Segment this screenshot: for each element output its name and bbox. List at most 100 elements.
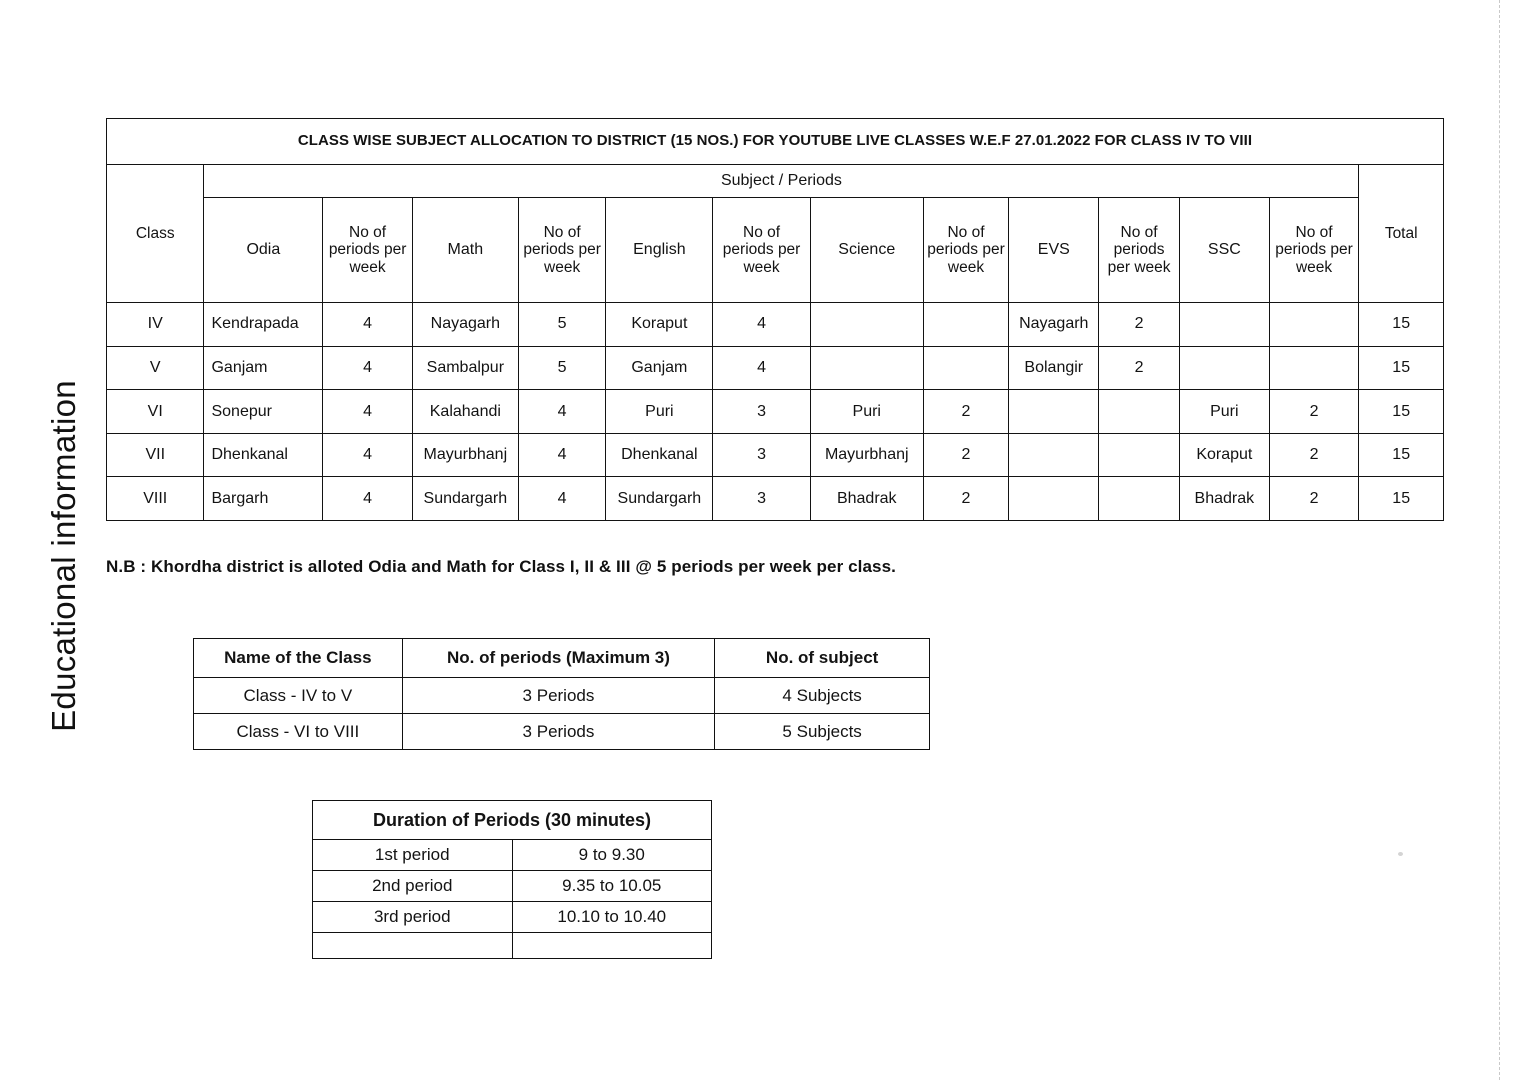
cell-evs: Bolangir xyxy=(1008,345,1100,391)
cell-period-time: 9.35 to 10.05 xyxy=(511,870,712,902)
cell-total: 15 xyxy=(1358,432,1444,478)
cell-science-periods: 2 xyxy=(922,389,1010,434)
cell-odia: Bargarh xyxy=(203,476,324,521)
cell-math: Sambalpur xyxy=(411,345,519,391)
cell-period-time: 9 to 9.30 xyxy=(511,839,712,871)
periods-summary-body: Class - IV to V3 Periods 4 Subjects Class … xyxy=(193,677,930,750)
cell-class-name: Class - VI to VIII xyxy=(193,713,403,750)
cell-science xyxy=(809,302,924,347)
cell-subjects: 4 Subjects xyxy=(714,677,930,714)
cell-period-time: 10.10 to 10.40 xyxy=(511,901,712,933)
cell-english: Ganjam xyxy=(605,345,714,391)
cell-science xyxy=(809,345,924,391)
header-ssc-periods: No of periods per week xyxy=(1268,197,1360,303)
cell-math-periods: 4 xyxy=(517,389,607,434)
periods-header-row: Name of the Class No. of periods (Maximu… xyxy=(193,638,930,678)
cell-english-periods: 3 xyxy=(712,432,811,478)
duration-title: Duration of Periods (30 minutes) xyxy=(312,800,712,840)
header-ssc: SSC xyxy=(1178,197,1270,303)
cell-math-periods: 4 xyxy=(517,432,607,478)
cell-odia: Dhenkanal xyxy=(203,432,324,478)
table-title: CLASS WISE SUBJECT ALLOCATION TO DISTRIC… xyxy=(106,118,1444,165)
cell-ssc-periods: 2 xyxy=(1268,389,1360,434)
scan-page-edge xyxy=(1499,0,1500,1080)
cell-odia-periods: 4 xyxy=(322,389,413,434)
cell-odia: Ganjam xyxy=(203,345,324,391)
cell-total: 15 xyxy=(1358,302,1444,347)
cell-math-periods: 4 xyxy=(517,476,607,521)
cell-odia-periods: 4 xyxy=(322,345,413,391)
cell-class-name: Class - IV to V xyxy=(193,677,403,714)
subject-allocation-body: IV Kendrapada 4 Nayagarh 5 Koraput 4 Nayagarh 2 1… xyxy=(105,302,1444,521)
cell-ssc xyxy=(1178,345,1270,391)
cell-total: 15 xyxy=(1358,389,1444,434)
cell-period-name: 1st period xyxy=(312,839,513,871)
cell-english: Koraput xyxy=(605,302,714,347)
cell-math: Nayagarh xyxy=(411,302,519,347)
cell-english-periods: 3 xyxy=(712,476,811,521)
nb-note: N.B : Khordha district is alloted Odia a… xyxy=(106,557,896,576)
duration-title-row: Duration of Periods (30 minutes) xyxy=(312,800,712,840)
header-science-periods: No of periods per week xyxy=(922,197,1010,303)
cell-odia-periods: 4 xyxy=(322,476,413,521)
cell-class: VI xyxy=(105,389,205,434)
cell-evs-periods: 2 xyxy=(1098,345,1180,391)
periods-header-periods: No. of periods (Maximum 3) xyxy=(401,638,716,678)
cell-english-periods: 4 xyxy=(712,302,811,347)
cell-science-periods: 2 xyxy=(922,432,1010,478)
table-header-row: Odia No of periods per week Math No of p… xyxy=(107,197,1444,303)
periods-header-name: Name of the Class xyxy=(193,638,403,678)
cell-subjects: 5 Subjects xyxy=(714,713,930,750)
cell-class: V xyxy=(105,345,205,391)
cell-odia: Sonepur xyxy=(203,389,324,434)
header-science: Science xyxy=(809,197,924,303)
cell-odia-periods: 4 xyxy=(322,432,413,478)
periods-header-subjects: No. of subject xyxy=(714,638,930,678)
cell-class: VIII xyxy=(105,476,205,521)
header-math: Math xyxy=(411,197,519,303)
cell-ssc-periods xyxy=(1268,302,1360,347)
duration-row: 1st period 9 to 9.30 xyxy=(312,839,712,871)
duration-row: 2nd period 9.35 to 10.05 xyxy=(312,870,712,902)
cell-period-name: 2nd period xyxy=(312,870,513,902)
duration-row xyxy=(312,932,712,959)
table-row: VIII Bargarh 4 Sundargarh 4 Sundargarh 3 Bhadra… xyxy=(105,476,1444,521)
header-math-periods: No of periods per week xyxy=(517,197,607,303)
table-row: VII Dhenkanal 4 Mayurbhanj 4 Dhenkanal 3 Mayurb… xyxy=(105,432,1444,478)
cell-evs-periods xyxy=(1098,389,1180,434)
cell-ssc: Bhadrak xyxy=(1178,476,1270,521)
cell-science: Mayurbhanj xyxy=(809,432,924,478)
cell-evs-periods xyxy=(1098,432,1180,478)
cell-science-periods xyxy=(922,345,1010,391)
duration-of-periods-table: Duration of Periods (30 minutes) 1st per… xyxy=(312,800,712,959)
cell-english: Sundargarh xyxy=(605,476,714,521)
cell-ssc-periods xyxy=(1268,345,1360,391)
header-total: Total xyxy=(1358,164,1444,303)
cell-science-periods: 2 xyxy=(922,476,1010,521)
scan-speck xyxy=(1398,852,1403,856)
cell-evs-periods: 2 xyxy=(1098,302,1180,347)
cell-total: 15 xyxy=(1358,345,1444,391)
cell-evs: Nayagarh xyxy=(1008,302,1100,347)
cell-math-periods: 5 xyxy=(517,345,607,391)
cell-english-periods: 3 xyxy=(712,389,811,434)
cell-class: IV xyxy=(105,302,205,347)
duration-of-periods-body: 1st period 9 to 9.30 2nd period 9.35 to 10.… xyxy=(312,839,712,959)
cell-ssc-periods: 2 xyxy=(1268,476,1360,521)
table-row: VI Sonepur 4 Kalahandi 4 Puri 3 Puri 2 Puri 2 15 xyxy=(105,389,1444,434)
cell-english: Dhenkanal xyxy=(605,432,714,478)
cell-odia: Kendrapada xyxy=(203,302,324,347)
cell-periods: 3 Periods xyxy=(401,713,716,750)
header-class: Class xyxy=(105,164,205,303)
header-odia-periods: No of periods per week xyxy=(322,197,413,303)
cell-evs xyxy=(1008,432,1100,478)
periods-row: Class - IV to V3 Periods 4 Subjects xyxy=(193,677,930,714)
cell-evs-periods xyxy=(1098,476,1180,521)
header-evs-periods: No of periods per week xyxy=(1098,197,1180,303)
header-english-periods: No of periods per week xyxy=(712,197,811,303)
subject-allocation-table: CLASS WISE SUBJECT ALLOCATION TO DISTRIC… xyxy=(105,118,1444,521)
cell-math-periods: 5 xyxy=(517,302,607,347)
table-group-row: Class Subject / Periods Total xyxy=(105,164,1444,303)
cell-science: Puri xyxy=(809,389,924,434)
cell-ssc: Puri xyxy=(1178,389,1270,434)
